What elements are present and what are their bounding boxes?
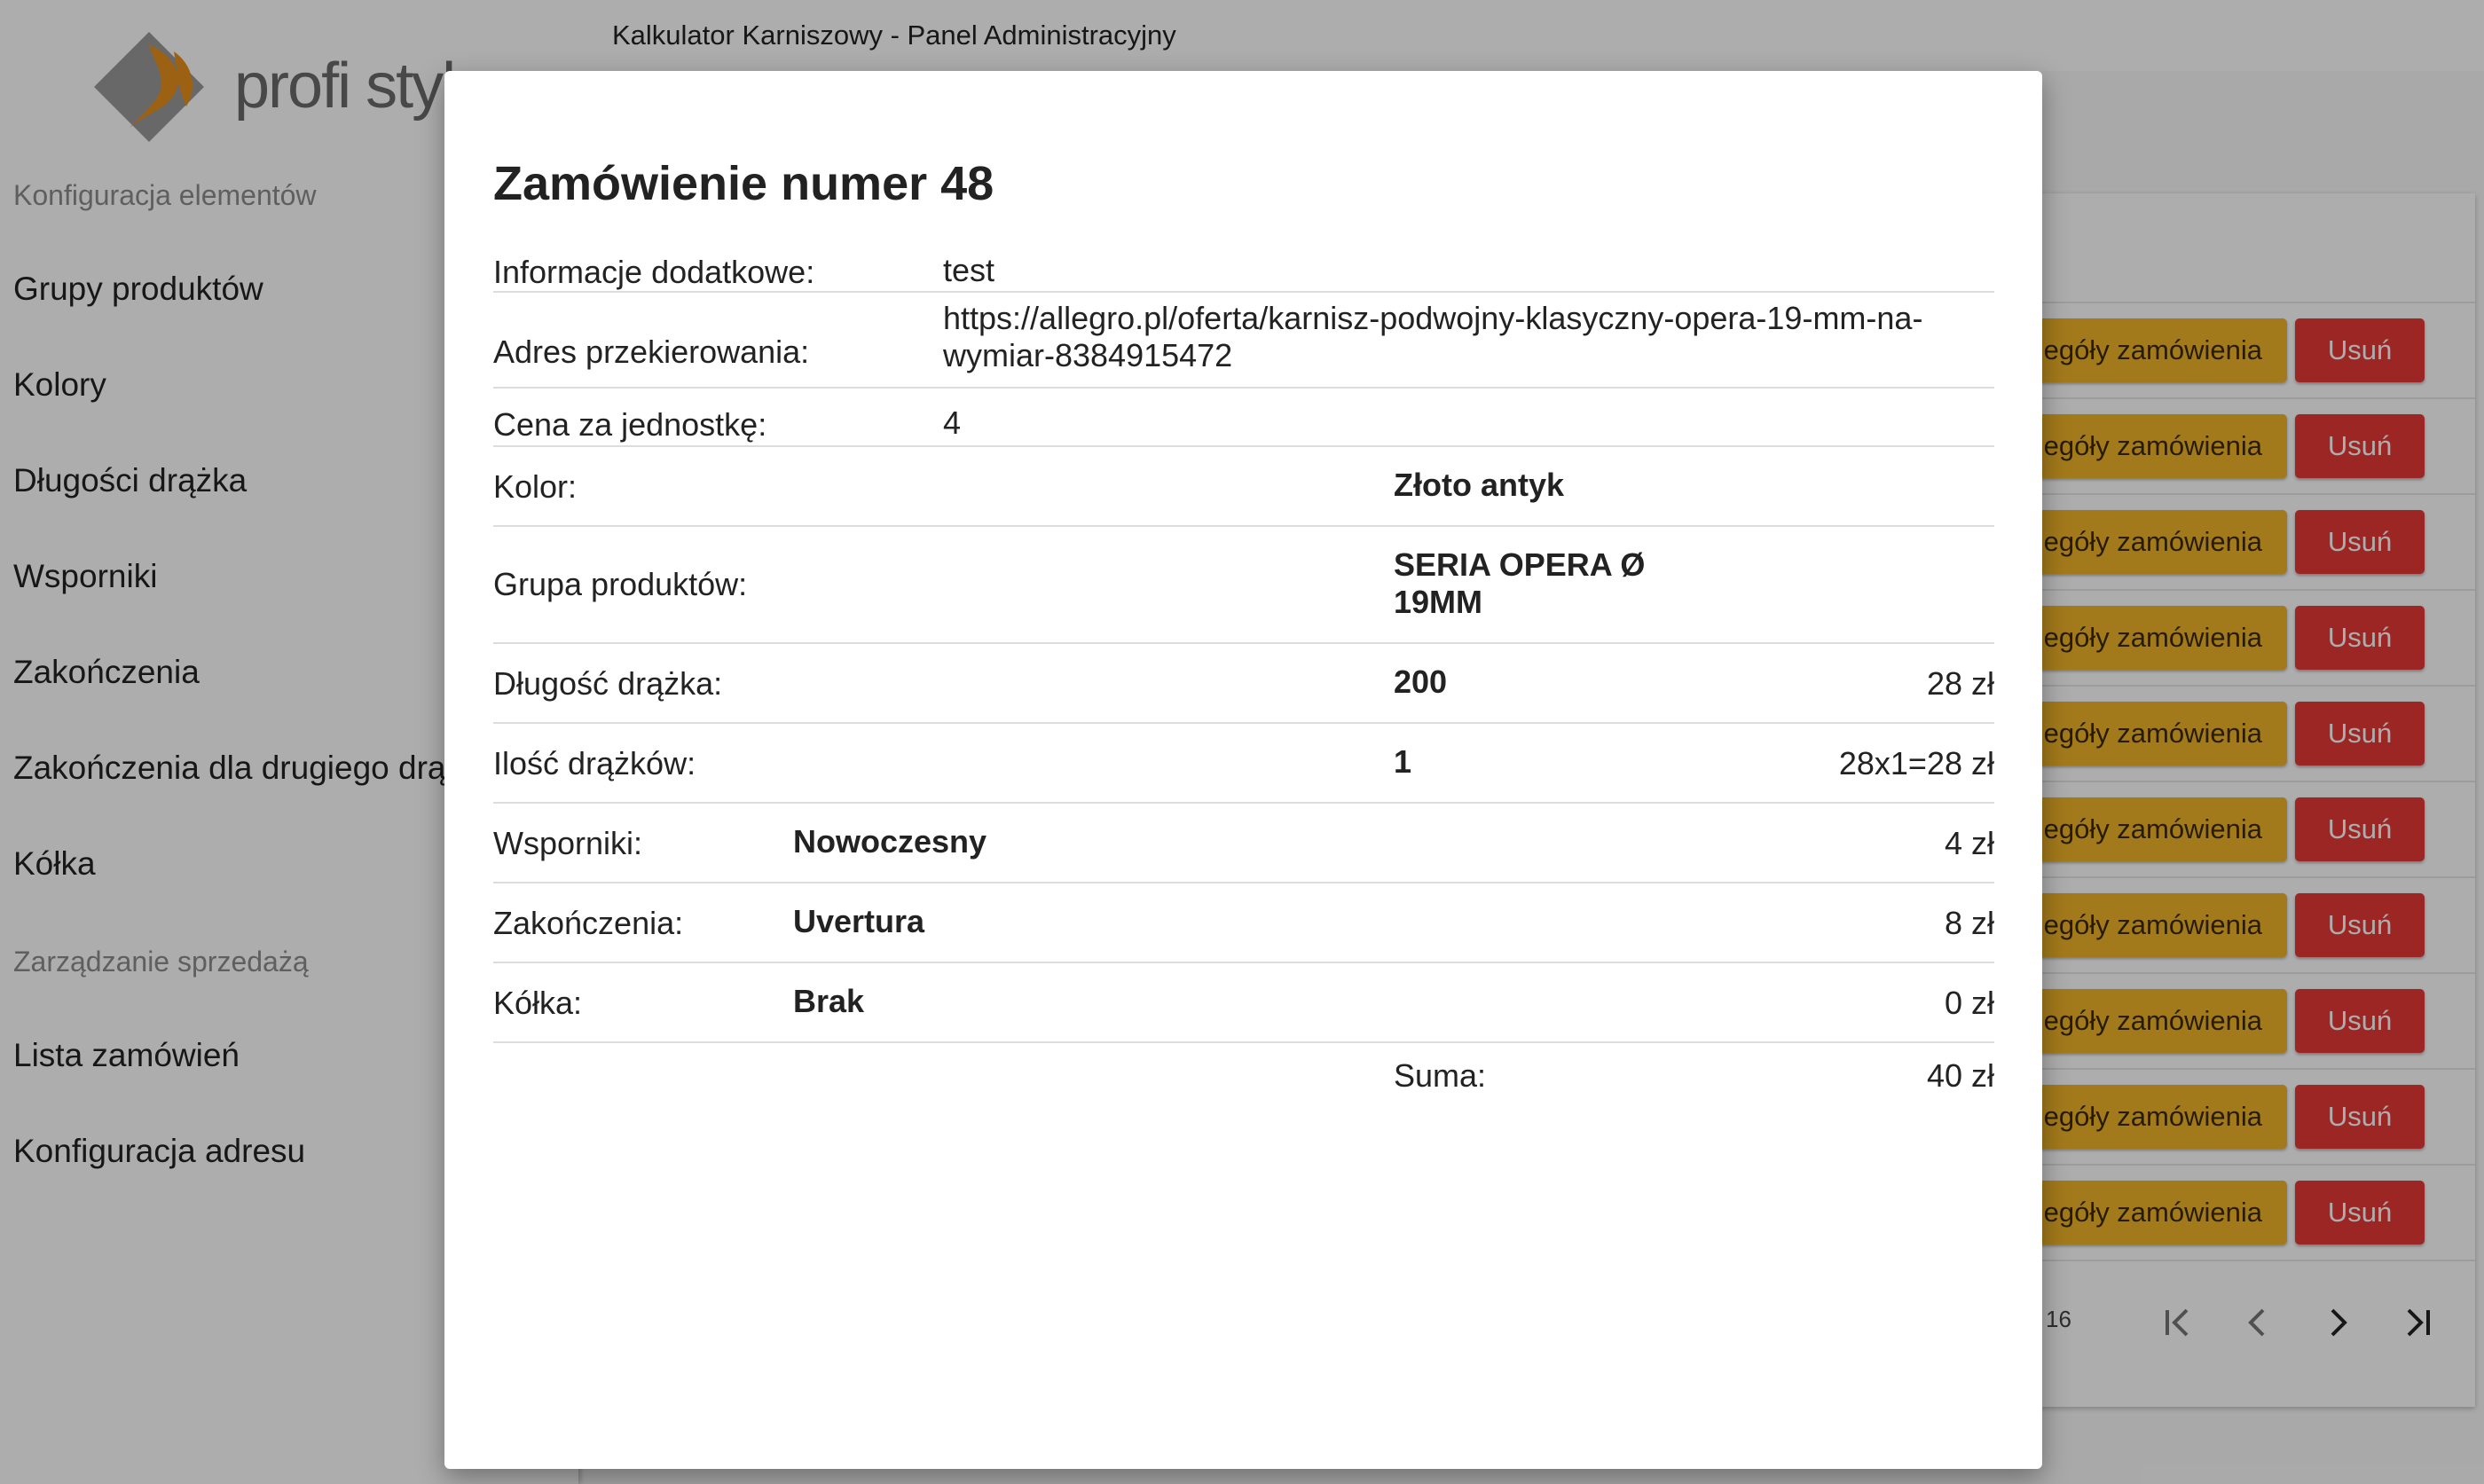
detail-label: Ilość drążków: bbox=[493, 745, 696, 781]
detail-price: 4 zł bbox=[1944, 825, 1994, 861]
sum-value: 40 zł bbox=[1926, 1057, 1994, 1094]
detail-row-rod-count: Ilość drążków: 1 28x1=28 zł bbox=[493, 724, 1994, 804]
info-value: test bbox=[943, 252, 995, 288]
detail-row-color: Kolor: Złoto antyk bbox=[493, 447, 1994, 527]
detail-row-product-group: Grupa produktów: SERIA OPERA Ø 19MM bbox=[493, 527, 1994, 644]
detail-row-rod-length: Długość drążka: 200 28 zł bbox=[493, 644, 1994, 724]
info-value: 4 bbox=[943, 404, 962, 441]
info-row-additional: Informacje dodatkowe: test bbox=[493, 248, 1994, 293]
detail-value: 1 bbox=[1394, 743, 1412, 780]
sum-label: Suma: bbox=[1394, 1057, 1487, 1094]
detail-label: Zakończenia: bbox=[493, 905, 684, 941]
detail-label: Długość drążka: bbox=[493, 665, 723, 702]
detail-value: Brak bbox=[793, 983, 865, 1019]
detail-value: 200 bbox=[1394, 663, 1448, 700]
detail-value: Uvertura bbox=[793, 903, 925, 939]
detail-price: 28 zł bbox=[1926, 665, 1994, 702]
order-details-dialog: Zamówienie numer 48 Informacje dodatkowe… bbox=[444, 71, 2042, 1469]
detail-row-brackets: Wsporniki: Nowoczesny 4 zł bbox=[493, 804, 1994, 883]
dialog-title: Zamówienie numer 48 bbox=[493, 157, 994, 210]
info-label: Cena za jednostkę: bbox=[493, 406, 767, 443]
detail-value: Nowoczesny bbox=[793, 823, 987, 860]
detail-price: 8 zł bbox=[1944, 905, 1994, 941]
detail-label: Wsporniki: bbox=[493, 825, 643, 861]
info-row-redirect: Adres przekierowania: https://allegro.pl… bbox=[493, 293, 1994, 389]
info-label: Adres przekierowania: bbox=[493, 334, 810, 370]
info-row-unit-price: Cena za jednostkę: 4 bbox=[493, 389, 1994, 447]
detail-row-finials: Zakończenia: Uvertura 8 zł bbox=[493, 883, 1994, 963]
detail-row-rings: Kółka: Brak 0 zł bbox=[493, 963, 1994, 1043]
redirect-url: https://allegro.pl/oferta/karnisz-podwoj… bbox=[943, 300, 1923, 373]
detail-price: 28x1=28 zł bbox=[1838, 745, 1994, 781]
detail-label: Grupa produktów: bbox=[493, 566, 748, 602]
detail-value: SERIA OPERA Ø 19MM bbox=[1394, 546, 1646, 620]
detail-price: 0 zł bbox=[1944, 985, 1994, 1021]
detail-label: Kolor: bbox=[493, 468, 578, 505]
detail-label: Kółka: bbox=[493, 985, 583, 1021]
info-label: Informacje dodatkowe: bbox=[493, 254, 815, 290]
detail-value: Złoto antyk bbox=[1394, 467, 1565, 503]
